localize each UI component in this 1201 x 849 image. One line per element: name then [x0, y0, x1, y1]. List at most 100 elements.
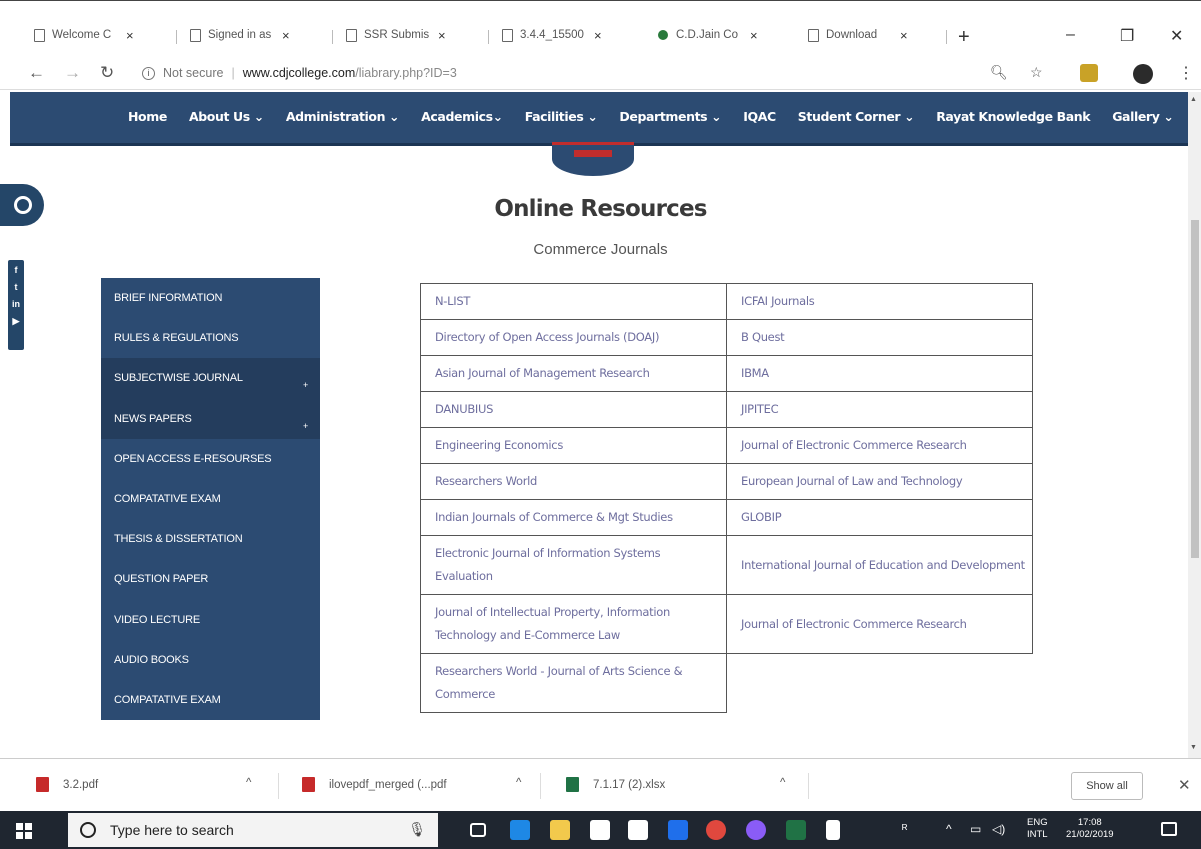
close-icon[interactable]: ×	[126, 28, 134, 43]
url-field[interactable]: i Not secure | www.cdjcollege.com /liabr…	[142, 61, 1002, 85]
edge-icon[interactable]	[510, 820, 530, 840]
people-icon[interactable]: ᴿ	[902, 822, 907, 836]
journal-link[interactable]: DANUBIUS	[420, 391, 727, 428]
profile-avatar[interactable]	[1133, 64, 1153, 84]
journal-link[interactable]: Asian Journal of Management Research	[420, 355, 727, 392]
journal-link[interactable]: Journal of Electronic Commerce Research	[726, 427, 1033, 464]
minimize-icon[interactable]: –	[1066, 26, 1075, 44]
scrollbar-thumb[interactable]	[1191, 220, 1199, 558]
browser-menu-icon[interactable]: ⋮	[1178, 63, 1194, 83]
nav-gallery[interactable]: Gallery ⌄	[1112, 109, 1174, 124]
excel-icon[interactable]	[786, 820, 806, 840]
journal-link[interactable]: European Journal of Law and Technology	[726, 463, 1033, 500]
restore-icon[interactable]: ❐	[1120, 26, 1134, 46]
tab-signed-in[interactable]: Signed in as ×	[178, 21, 290, 49]
tab-cdjain-active[interactable]: C.D.Jain Co ×	[646, 21, 758, 49]
nav-rayat-knowledge-bank[interactable]: Rayat Knowledge Bank	[936, 109, 1090, 124]
nav-student-corner[interactable]: Student Corner ⌄	[798, 109, 915, 124]
journal-link[interactable]: Journal of Electronic Commerce Research	[726, 594, 1033, 654]
tab-ssr[interactable]: SSR Submis ×	[334, 21, 446, 49]
journal-link[interactable]: ICFAI Journals	[726, 283, 1033, 320]
sidebar-item-news-papers[interactable]: NEWS PAPERS +	[101, 398, 320, 439]
download-item[interactable]: ilovepdf_merged (...pdf	[302, 777, 447, 792]
journal-link[interactable]: Electronic Journal of Information System…	[420, 535, 727, 595]
app-icon[interactable]	[746, 820, 766, 840]
chevron-up-icon[interactable]: ^	[246, 777, 251, 789]
microphone-icon[interactable]: 🎙︎	[408, 821, 426, 838]
journal-link[interactable]: Journal of Intellectual Property, Inform…	[420, 594, 727, 654]
tab-344[interactable]: 3.4.4_15500 ×	[490, 21, 602, 49]
file-explorer-icon[interactable]	[550, 820, 570, 840]
language-indicator[interactable]: ENG INTL	[1027, 817, 1048, 841]
journal-link[interactable]: B Quest	[726, 319, 1033, 356]
tab-welcome[interactable]: Welcome C ×	[22, 21, 134, 49]
chevron-up-icon[interactable]: ^	[516, 777, 521, 789]
journal-link[interactable]: Directory of Open Access Journals (DOAJ)	[420, 319, 727, 356]
sidebar-item-rules-regulations[interactable]: RULES & REGULATIONS	[101, 318, 320, 358]
nav-academics[interactable]: Academics⌄	[421, 109, 503, 124]
chevron-up-icon[interactable]: ^	[780, 777, 785, 789]
bluetooth-icon[interactable]	[668, 820, 688, 840]
chrome-icon[interactable]	[706, 820, 726, 840]
sidebar-item-question-paper[interactable]: QUESTION PAPER	[101, 559, 320, 599]
scroll-down-icon[interactable]: ▼	[1190, 744, 1197, 751]
journal-link[interactable]: Indian Journals of Commerce & Mgt Studie…	[420, 499, 727, 536]
journal-link[interactable]: N-LIST	[420, 283, 727, 320]
new-tab-button[interactable]: +	[958, 26, 970, 49]
extension-icon[interactable]	[1080, 64, 1098, 82]
sidebar-item-thesis[interactable]: THESIS & DISSERTATION	[101, 519, 320, 559]
close-icon[interactable]: ×	[900, 28, 908, 43]
network-icon[interactable]: ▭	[970, 822, 981, 836]
nav-iqac[interactable]: IQAC	[743, 109, 776, 124]
zoom-icon[interactable]: 🔍︎	[990, 64, 1008, 81]
sidebar-item-brief-information[interactable]: BRIEF INFORMATION	[101, 278, 320, 318]
volume-icon[interactable]: ◁)	[992, 822, 1005, 836]
nav-administration[interactable]: Administration ⌄	[286, 109, 400, 124]
sidebar-item-audio-books[interactable]: AUDIO BOOKS	[101, 640, 320, 680]
store-icon[interactable]	[590, 820, 610, 840]
window-close-icon[interactable]: ✕	[1170, 26, 1183, 46]
mail-icon[interactable]	[628, 820, 648, 840]
sidebar-item-compatative-exam[interactable]: COMPATATIVE EXAM	[101, 479, 320, 519]
journal-link[interactable]: JIPITEC	[726, 391, 1033, 428]
journal-link[interactable]: Researchers World	[420, 463, 727, 500]
nav-departments[interactable]: Departments ⌄	[619, 109, 721, 124]
sidebar-item-video-lecture[interactable]: VIDEO LECTURE	[101, 600, 320, 640]
tab-download[interactable]: Download ×	[796, 21, 908, 49]
nav-home[interactable]: Home	[128, 109, 167, 124]
notifications-icon[interactable]	[1161, 822, 1177, 836]
journal-link[interactable]: Researchers World - Journal of Arts Scie…	[420, 653, 727, 713]
download-item[interactable]: 7.1.17 (2).xlsx	[566, 777, 665, 792]
show-all-button[interactable]: Show all	[1071, 772, 1143, 800]
close-icon[interactable]: ×	[594, 28, 602, 43]
bookmark-star-icon[interactable]: ☆	[1030, 64, 1043, 81]
twitter-icon[interactable]: t	[8, 281, 24, 294]
close-icon[interactable]: ×	[438, 28, 446, 43]
overflow-app-icon[interactable]	[826, 820, 840, 840]
linkedin-icon[interactable]: in	[8, 298, 24, 311]
back-arrow-icon[interactable]: ←	[28, 63, 45, 83]
sidebar-item-open-access[interactable]: OPEN ACCESS E-RESOURSES	[101, 439, 320, 479]
nav-facilities[interactable]: Facilities ⌄	[525, 109, 598, 124]
sidebar-item-subjectwise-journal[interactable]: SUBJECTWISE JOURNAL +	[101, 358, 320, 399]
forward-arrow-icon[interactable]: →	[64, 63, 81, 83]
system-clock[interactable]: 17:08 21/02/2019	[1066, 817, 1114, 841]
taskbar-search-input[interactable]: Type here to search 🎙︎	[68, 813, 438, 847]
nav-about-us[interactable]: About Us ⌄	[189, 109, 264, 124]
windows-start-icon[interactable]	[16, 823, 32, 839]
facebook-icon[interactable]: f	[8, 264, 24, 277]
journal-link[interactable]: International Journal of Education and D…	[726, 535, 1033, 595]
tray-chevron-icon[interactable]: ^	[946, 822, 952, 836]
journal-link[interactable]: GLOBIP	[726, 499, 1033, 536]
scroll-up-icon[interactable]: ▲	[1190, 96, 1197, 103]
youtube-icon[interactable]: ▶	[8, 315, 24, 328]
journal-link[interactable]: Engineering Economics	[420, 427, 727, 464]
close-icon[interactable]: ×	[282, 28, 290, 43]
journal-link[interactable]: IBMA	[726, 355, 1033, 392]
download-item[interactable]: 3.2.pdf	[36, 777, 98, 792]
reload-icon[interactable]: ↻	[100, 63, 114, 83]
task-view-icon[interactable]	[470, 823, 486, 837]
sidebar-item-compatative-exam-2[interactable]: COMPATATIVE EXAM	[101, 680, 320, 720]
page-scrollbar[interactable]: ▲ ▼	[1188, 92, 1201, 758]
info-icon[interactable]: i	[142, 66, 155, 80]
